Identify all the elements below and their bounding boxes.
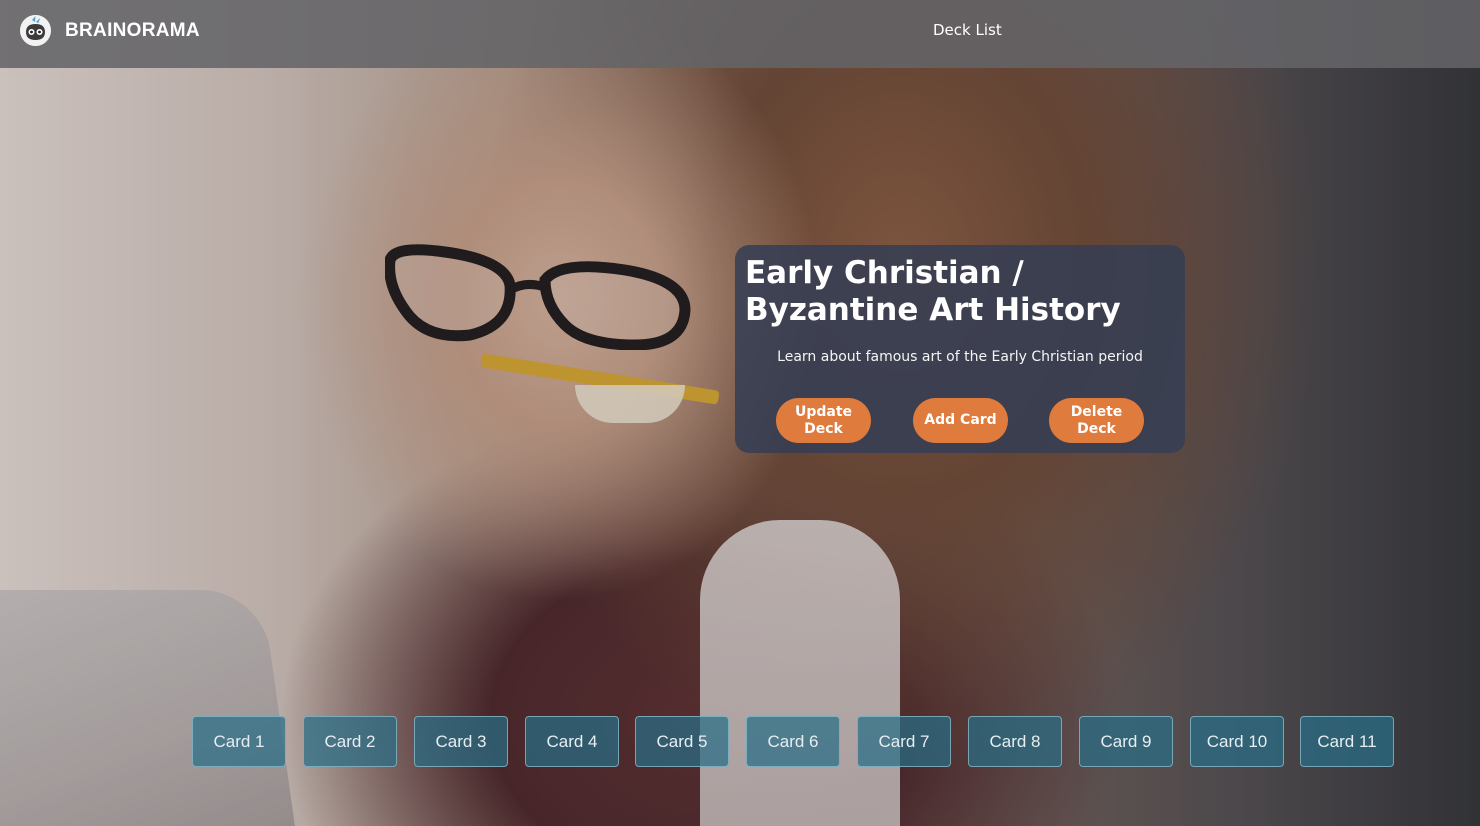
card-button-9[interactable]: Card 9 (1079, 716, 1173, 767)
card-button-8[interactable]: Card 8 (968, 716, 1062, 767)
card-button-7[interactable]: Card 7 (857, 716, 951, 767)
card-button-3[interactable]: Card 3 (414, 716, 508, 767)
navbar: BRAINORAMA Deck List (0, 0, 1480, 68)
card-button-6[interactable]: Card 6 (746, 716, 840, 767)
brand-name: BRAINORAMA (65, 19, 200, 41)
add-card-button[interactable]: Add Card (913, 398, 1008, 443)
deck-title: Early Christian / Byzantine Art History (745, 255, 1121, 328)
card-button-11[interactable]: Card 11 (1300, 716, 1394, 767)
delete-deck-button[interactable]: Delete Deck (1049, 398, 1144, 443)
page: BRAINORAMA Deck List Early Christian / B… (0, 0, 1480, 826)
brand[interactable]: BRAINORAMA (20, 15, 200, 46)
deck-description: Learn about famous art of the Early Chri… (777, 349, 1143, 365)
card-button-1[interactable]: Card 1 (192, 716, 286, 767)
card-button-2[interactable]: Card 2 (303, 716, 397, 767)
nav-link-deck-list[interactable]: Deck List (933, 21, 1002, 39)
card-button-4[interactable]: Card 4 (525, 716, 619, 767)
update-deck-button[interactable]: Update Deck (776, 398, 871, 443)
card-button-10[interactable]: Card 10 (1190, 716, 1284, 767)
brain-mascot-icon (20, 15, 51, 46)
card-button-5[interactable]: Card 5 (635, 716, 729, 767)
deck-panel: Early Christian / Byzantine Art History … (735, 245, 1185, 453)
